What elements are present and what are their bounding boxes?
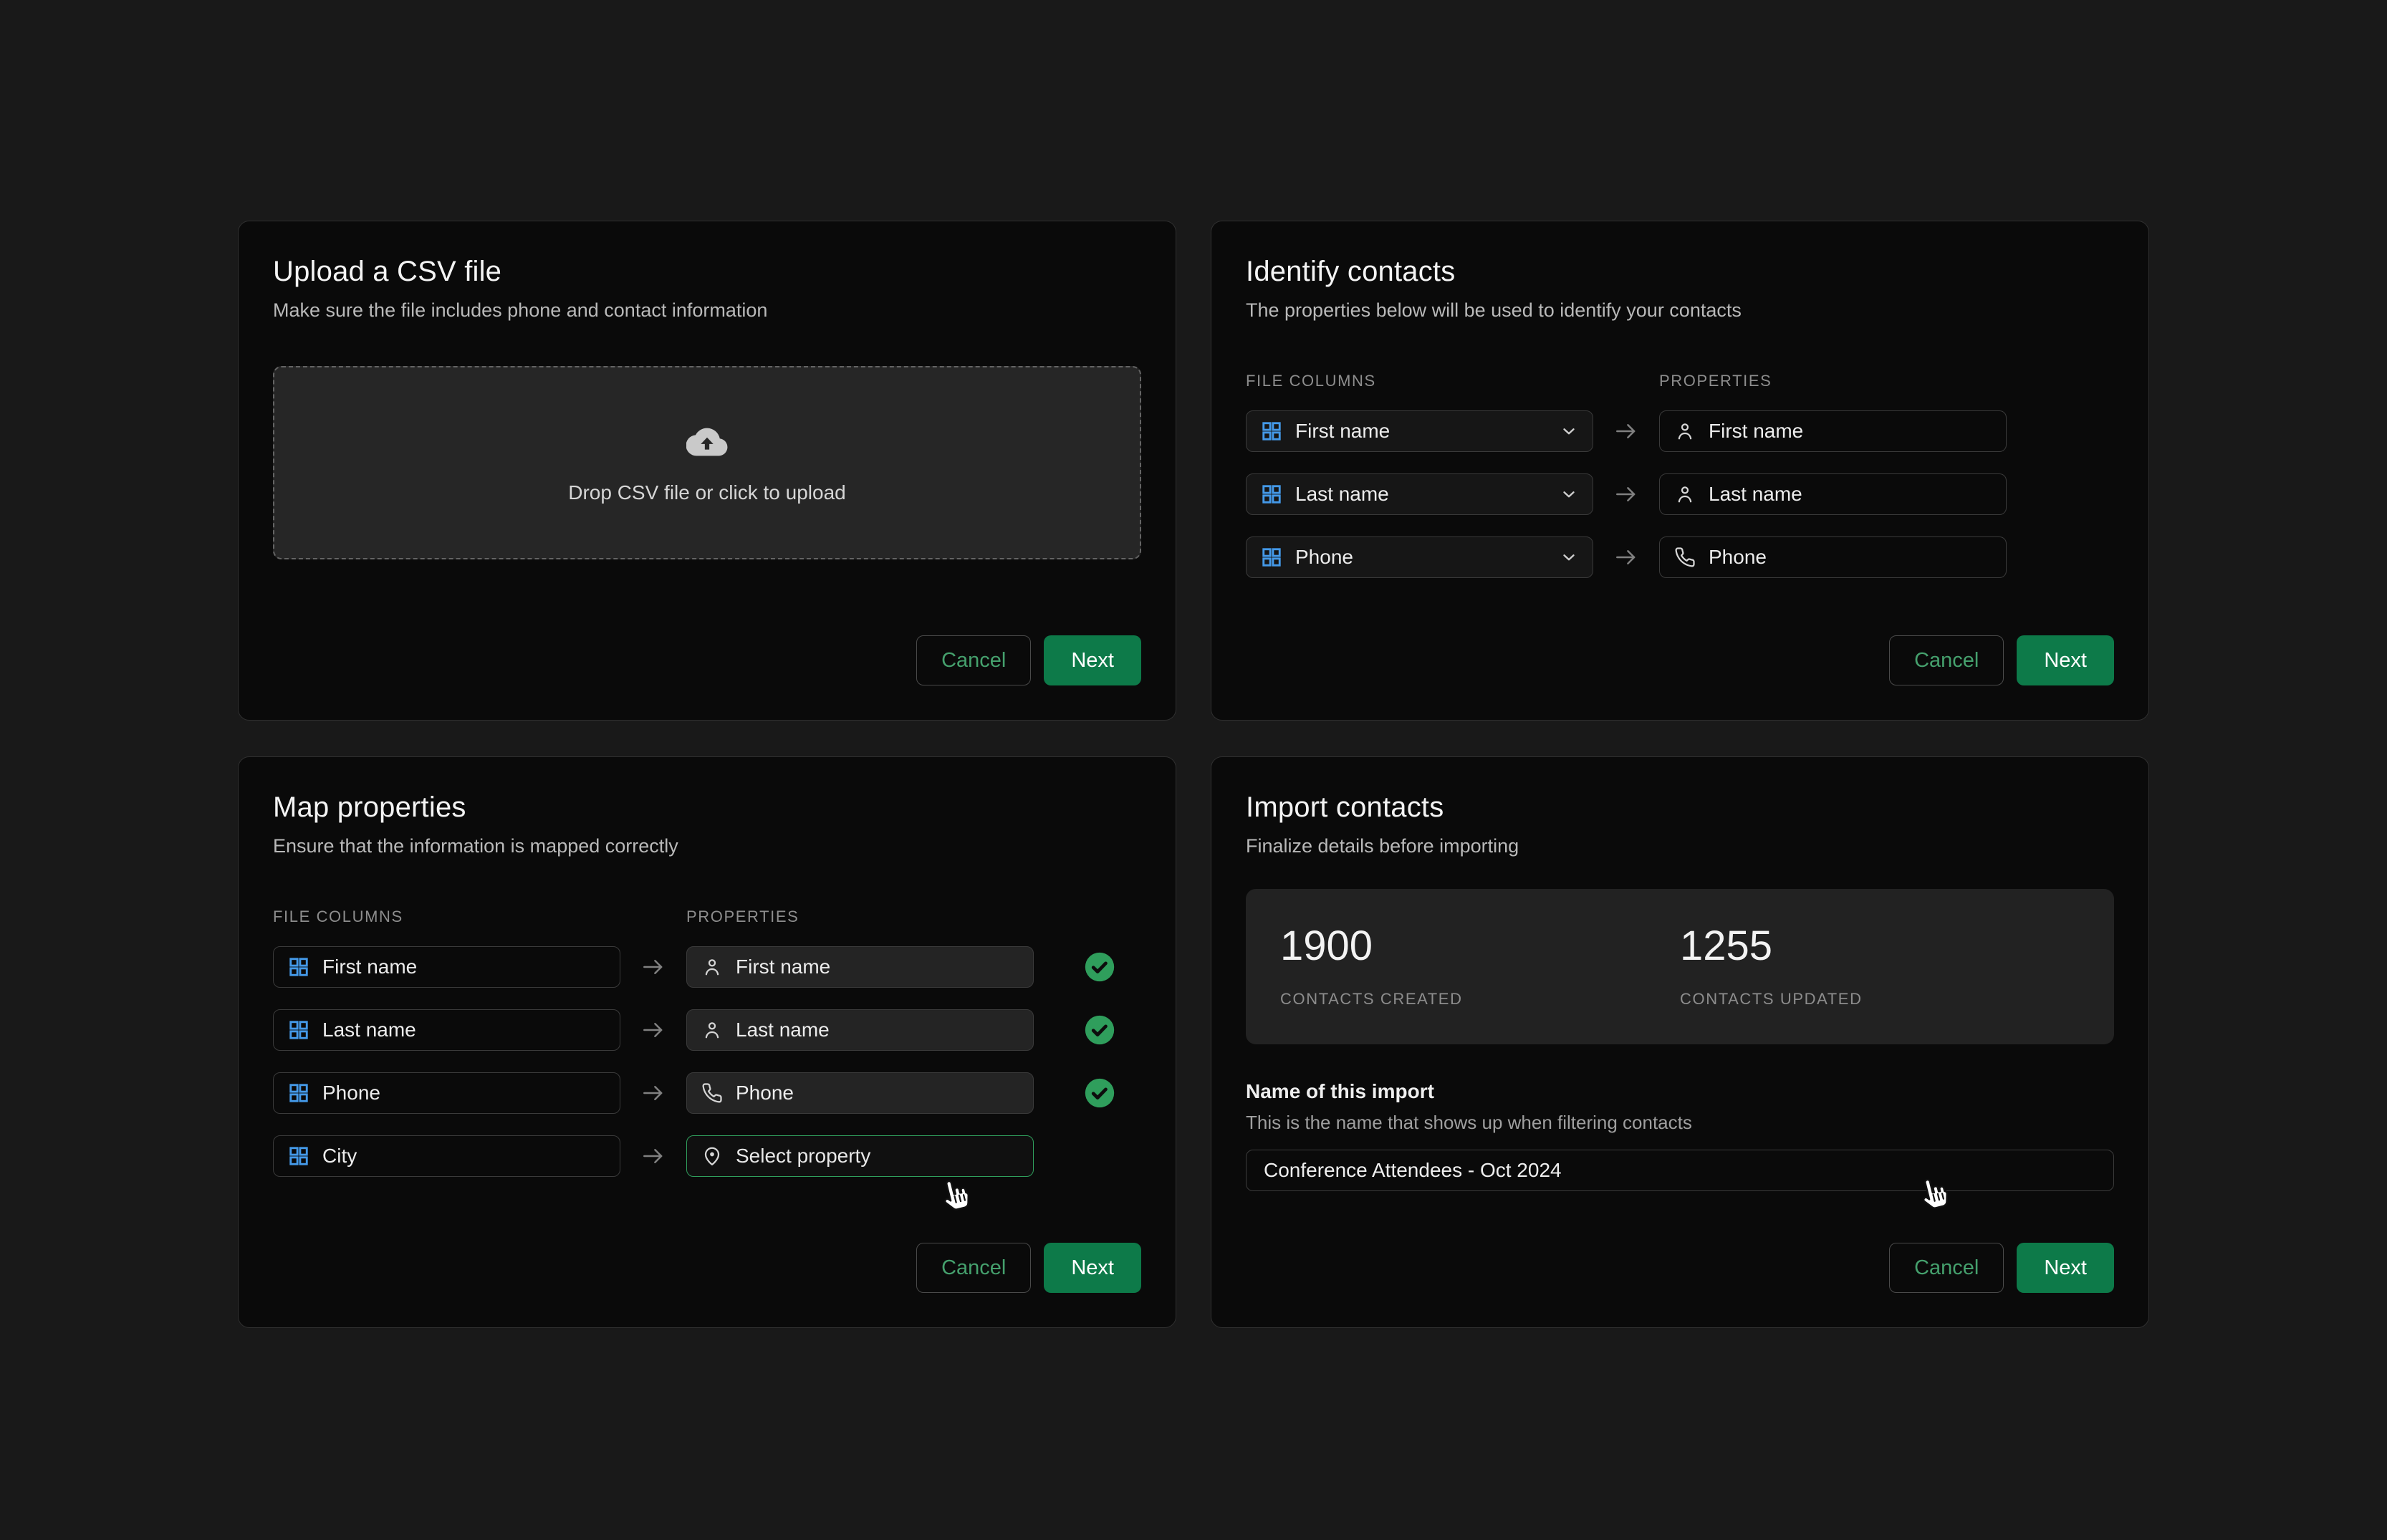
arrow-right-icon bbox=[1593, 544, 1659, 571]
arrow-right-icon bbox=[620, 1079, 686, 1107]
card-subtitle: The properties below will be used to ide… bbox=[1246, 299, 2114, 322]
file-columns-header: FILE COLUMNS bbox=[1246, 372, 1659, 390]
import-name-label: Name of this import bbox=[1246, 1080, 2114, 1103]
card-title: Identify contacts bbox=[1246, 256, 2114, 288]
file-column-field[interactable]: Last name bbox=[273, 1009, 620, 1051]
property-field[interactable]: Last name bbox=[1659, 473, 2007, 515]
import-contacts-card: Import contacts Finalize details before … bbox=[1211, 756, 2149, 1328]
mapping-row: First name First name bbox=[273, 946, 1141, 988]
property-field[interactable]: Phone bbox=[686, 1072, 1034, 1114]
file-column-icon bbox=[288, 1019, 309, 1041]
stat-value: 1900 bbox=[1280, 922, 1680, 970]
import-name-help: This is the name that shows up when filt… bbox=[1246, 1112, 2114, 1134]
mapping-row: First name First name bbox=[1246, 410, 2114, 452]
arrow-right-icon bbox=[620, 1016, 686, 1044]
next-button[interactable]: Next bbox=[1044, 635, 1141, 685]
file-column-icon bbox=[288, 1082, 309, 1104]
location-pin-icon bbox=[701, 1145, 723, 1167]
select-property-field[interactable]: Select property bbox=[686, 1135, 1034, 1177]
file-column-select[interactable]: First name bbox=[1246, 410, 1593, 452]
identify-contacts-card: Identify contacts The properties below w… bbox=[1211, 221, 2149, 721]
import-stats-panel: 1900 CONTACTS CREATED 1255 CONTACTS UPDA… bbox=[1246, 889, 2114, 1044]
file-column-select[interactable]: Last name bbox=[1246, 473, 1593, 515]
file-column-icon bbox=[1261, 420, 1282, 442]
mapping-row: Last name Last name bbox=[1246, 473, 2114, 515]
card-actions: Cancel Next bbox=[1246, 1243, 2114, 1293]
person-icon bbox=[701, 956, 723, 978]
next-button[interactable]: Next bbox=[1044, 1243, 1141, 1293]
mapping-row: Last name Last name bbox=[273, 1009, 1141, 1051]
property-field[interactable]: Phone bbox=[1659, 536, 2007, 578]
check-circle-icon bbox=[1084, 951, 1115, 983]
cancel-button[interactable]: Cancel bbox=[1889, 635, 2004, 685]
map-properties-card: Map properties Ensure that the informati… bbox=[238, 756, 1176, 1328]
dropzone-label: Drop CSV file or click to upload bbox=[568, 481, 846, 504]
person-icon bbox=[1674, 483, 1696, 505]
chevron-down-icon bbox=[1560, 422, 1578, 441]
file-column-field[interactable]: Phone bbox=[273, 1072, 620, 1114]
cancel-button[interactable]: Cancel bbox=[916, 635, 1031, 685]
person-icon bbox=[1674, 420, 1696, 442]
next-button[interactable]: Next bbox=[2017, 635, 2114, 685]
arrow-right-icon bbox=[1593, 481, 1659, 508]
check-circle-icon bbox=[1084, 1077, 1115, 1109]
stat-contacts-created: 1900 CONTACTS CREATED bbox=[1280, 922, 1680, 1009]
card-actions: Cancel Next bbox=[1246, 635, 2114, 685]
cloud-upload-icon bbox=[686, 421, 728, 463]
card-title: Import contacts bbox=[1246, 791, 2114, 824]
cancel-button[interactable]: Cancel bbox=[1889, 1243, 2004, 1293]
file-column-select[interactable]: Phone bbox=[1246, 536, 1593, 578]
property-field[interactable]: First name bbox=[1659, 410, 2007, 452]
next-button[interactable]: Next bbox=[2017, 1243, 2114, 1293]
card-title: Map properties bbox=[273, 791, 1141, 824]
mapping-row: Phone Phone bbox=[273, 1072, 1141, 1114]
card-title: Upload a CSV file bbox=[273, 256, 1141, 288]
check-circle-icon bbox=[1084, 1014, 1115, 1046]
phone-icon bbox=[701, 1082, 723, 1104]
file-column-field[interactable]: City bbox=[273, 1135, 620, 1177]
properties-header: PROPERTIES bbox=[686, 908, 799, 926]
columns-header: FILE COLUMNS PROPERTIES bbox=[1246, 372, 2114, 390]
mapping-row: Phone Phone bbox=[1246, 536, 2114, 578]
file-column-icon bbox=[1261, 547, 1282, 568]
csv-dropzone[interactable]: Drop CSV file or click to upload bbox=[273, 366, 1141, 559]
cancel-button[interactable]: Cancel bbox=[916, 1243, 1031, 1293]
arrow-right-icon bbox=[1593, 418, 1659, 445]
property-field[interactable]: First name bbox=[686, 946, 1034, 988]
file-column-field[interactable]: First name bbox=[273, 946, 620, 988]
file-column-icon bbox=[1261, 483, 1282, 505]
file-column-icon bbox=[288, 1145, 309, 1167]
properties-header: PROPERTIES bbox=[1659, 372, 1772, 390]
phone-icon bbox=[1674, 547, 1696, 568]
import-name-input[interactable] bbox=[1246, 1150, 2114, 1191]
mapping-row: City Select property bbox=[273, 1135, 1141, 1177]
import-wizard-screens: Upload a CSV file Make sure the file inc… bbox=[238, 221, 2149, 1328]
file-column-icon bbox=[288, 956, 309, 978]
card-subtitle: Ensure that the information is mapped co… bbox=[273, 835, 1141, 857]
import-name-block: Name of this import This is the name tha… bbox=[1246, 1080, 2114, 1191]
stat-label: CONTACTS CREATED bbox=[1280, 990, 1680, 1009]
upload-csv-card: Upload a CSV file Make sure the file inc… bbox=[238, 221, 1176, 721]
card-actions: Cancel Next bbox=[273, 1243, 1141, 1293]
card-subtitle: Finalize details before importing bbox=[1246, 835, 2114, 857]
chevron-down-icon bbox=[1560, 485, 1578, 504]
columns-header: FILE COLUMNS PROPERTIES bbox=[273, 908, 1141, 926]
person-icon bbox=[701, 1019, 723, 1041]
chevron-down-icon bbox=[1560, 548, 1578, 567]
arrow-right-icon bbox=[620, 953, 686, 981]
card-subtitle: Make sure the file includes phone and co… bbox=[273, 299, 1141, 322]
property-field[interactable]: Last name bbox=[686, 1009, 1034, 1051]
stat-contacts-updated: 1255 CONTACTS UPDATED bbox=[1680, 922, 2080, 1009]
stat-value: 1255 bbox=[1680, 922, 2080, 970]
stat-label: CONTACTS UPDATED bbox=[1680, 990, 2080, 1009]
arrow-right-icon bbox=[620, 1142, 686, 1170]
card-actions: Cancel Next bbox=[273, 635, 1141, 685]
file-columns-header: FILE COLUMNS bbox=[273, 908, 686, 926]
